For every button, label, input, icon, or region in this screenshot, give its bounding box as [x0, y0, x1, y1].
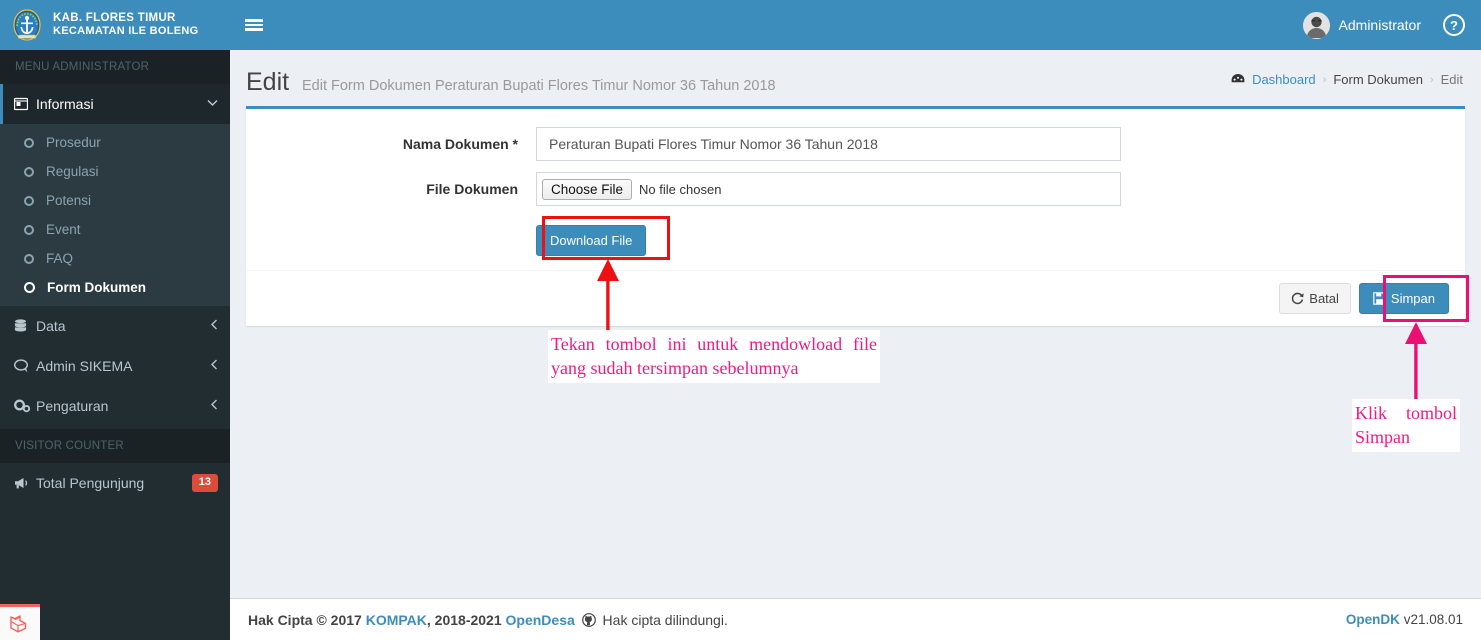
copyright-prefix: Hak Cipta © 2017 — [248, 611, 366, 628]
sidebar-subitem-label: Regulasi — [46, 164, 99, 179]
github-icon — [578, 612, 600, 628]
breadcrumb-separator: › — [1322, 73, 1327, 86]
breadcrumb: Dashboard › Form Dokumen › Edit — [1231, 72, 1463, 87]
save-button[interactable]: Simpan — [1358, 283, 1449, 314]
sidebar-item-label: Data — [36, 318, 66, 334]
circle-o-icon — [24, 253, 34, 264]
field-row-nama-dokumen: Nama Dokumen * — [246, 127, 1465, 161]
navbar-right: Administrator ? — [1289, 0, 1481, 50]
circle-o-icon — [24, 282, 35, 293]
brand-title: KAB. FLORES TIMUR — [53, 11, 176, 24]
form-footer: Batal Simpan — [246, 270, 1465, 326]
opendesa-link[interactable]: OpenDesa — [506, 612, 575, 628]
chevron-left-icon — [210, 319, 218, 333]
save-button-label: Simpan — [1390, 291, 1435, 306]
file-dokumen-label: File Dokumen — [426, 181, 518, 197]
sidebar-subitem-event[interactable]: Event — [0, 215, 230, 244]
sidebar-subitem-potensi[interactable]: Potensi — [0, 186, 230, 215]
chevron-down-icon — [207, 98, 218, 110]
chevron-left-icon — [210, 399, 218, 413]
opendk-link[interactable]: OpenDK — [1346, 612, 1400, 627]
sidebar-subitem-faq[interactable]: FAQ — [0, 244, 230, 273]
circle-o-icon — [24, 224, 34, 235]
copyright-text: Hak Cipta © 2017 KOMPAK, 2018-2021 OpenD… — [248, 612, 728, 628]
database-icon — [14, 319, 36, 333]
breadcrumb-dashboard[interactable]: Dashboard — [1252, 72, 1316, 87]
circle-o-icon — [24, 195, 34, 206]
sidebar-subitem-label: Potensi — [46, 193, 92, 208]
sidebar-section-visitor: VISITOR COUNTER — [0, 429, 230, 463]
kompak-link[interactable]: KOMPAK — [366, 612, 427, 628]
refresh-icon — [1291, 291, 1304, 306]
sidebar-subitem-label: Prosedur — [46, 135, 101, 150]
sidebar-item-label: Admin SIKEMA — [36, 358, 133, 374]
annotation-arrow-simpan — [1405, 322, 1427, 400]
breadcrumb-separator: › — [1429, 73, 1434, 86]
cancel-button-label: Batal — [1309, 291, 1339, 306]
page-header: Edit Edit Form Dokumen Peraturan Bupati … — [230, 50, 1481, 98]
comment-icon — [14, 359, 36, 373]
download-file-button[interactable]: Download File — [536, 225, 647, 256]
visitor-count-badge: 13 — [191, 474, 218, 492]
breadcrumb-form-dokumen[interactable]: Form Dokumen — [1333, 72, 1423, 87]
bullhorn-icon — [14, 476, 36, 490]
user-name-label: Administrator — [1338, 17, 1421, 33]
user-avatar — [1302, 11, 1330, 39]
rights-text: Hak cipta dilindungi. — [602, 611, 728, 628]
sidebar-item-pengaturan[interactable]: Pengaturan — [0, 386, 230, 426]
sidebar-item-informasi[interactable]: Informasi — [0, 84, 230, 124]
top-navbar: Administrator ? — [230, 0, 1481, 50]
page-footer: Hak Cipta © 2017 KOMPAK, 2018-2021 OpenD… — [230, 598, 1481, 640]
brand-header[interactable]: KAB. FLORES TIMUR KECAMATAN ILE BOLENG — [0, 0, 230, 50]
sidebar-subitem-label: Form Dokumen — [47, 280, 147, 295]
edit-form-card: Nama Dokumen * File Dokumen Choose File … — [246, 106, 1465, 326]
regency-emblem-logo — [10, 8, 44, 42]
annotation-text-download: Tekan tombol ini untuk mendowload file y… — [548, 330, 880, 383]
dashboard-icon — [1231, 72, 1245, 87]
sidebar-item-data[interactable]: Data — [0, 306, 230, 346]
sidebar-item-label: Pengaturan — [36, 398, 109, 414]
main-content: Edit Edit Form Dokumen Peraturan Bupati … — [230, 50, 1481, 598]
nama-dokumen-input[interactable] — [536, 127, 1121, 161]
file-dokumen-input[interactable]: Choose File No file chosen — [536, 172, 1121, 206]
choose-file-button[interactable]: Choose File — [542, 178, 633, 200]
copyright-years: , 2018-2021 — [426, 611, 506, 628]
annotation-text-simpan: Klik tombol Simpan — [1352, 399, 1460, 452]
field-row-download: Download File — [246, 217, 1465, 256]
version-info: OpenDK v21.08.01 — [1346, 612, 1463, 627]
brand-subtitle: KECAMATAN ILE BOLENG — [53, 25, 199, 38]
sidebar-subitem-label: FAQ — [46, 251, 74, 266]
annotation-arrow-download — [597, 259, 619, 331]
chevron-left-icon — [210, 359, 218, 373]
version-label: v21.08.01 — [1403, 612, 1463, 627]
question-circle-icon[interactable]: ? — [1443, 14, 1465, 36]
circle-o-icon — [24, 137, 34, 148]
form-body: Nama Dokumen * File Dokumen Choose File … — [246, 109, 1465, 270]
hamburger-menu-icon[interactable] — [230, 0, 278, 50]
sidebar-subitem-label: Event — [46, 222, 81, 237]
sidebar-section-menu: MENU ADMINISTRATOR — [0, 50, 230, 84]
sidebar-item-total-pengunjung[interactable]: Total Pengunjung 13 — [0, 463, 230, 503]
sidebar-subitem-regulasi[interactable]: Regulasi — [0, 157, 230, 186]
sidebar-item-label: Informasi — [36, 96, 94, 112]
sidebar: KAB. FLORES TIMUR KECAMATAN ILE BOLENG M… — [0, 0, 230, 640]
floppy-save-icon — [1373, 291, 1386, 306]
sidebar-item-admin-sikema[interactable]: Admin SIKEMA — [0, 346, 230, 386]
circle-o-icon — [24, 166, 34, 177]
sidebar-subitem-form-dokumen[interactable]: Form Dokumen — [0, 273, 230, 302]
cancel-button[interactable]: Batal — [1279, 283, 1351, 314]
page-title: Edit — [246, 68, 290, 96]
sidebar-subitem-prosedur[interactable]: Prosedur — [0, 128, 230, 157]
sidebar-item-label: Total Pengunjung — [36, 475, 145, 491]
user-menu[interactable]: Administrator — [1289, 0, 1435, 50]
page-subtitle: Edit Form Dokumen Peraturan Bupati Flore… — [301, 78, 776, 94]
window-icon — [14, 97, 36, 111]
breadcrumb-current: Edit — [1440, 72, 1463, 87]
sidebar-submenu-informasi: Prosedur Regulasi Potensi Event FAQ Form… — [0, 124, 230, 306]
nama-dokumen-label: Nama Dokumen * — [402, 136, 518, 152]
file-status-label: No file chosen — [639, 181, 722, 197]
field-row-file-dokumen: File Dokumen Choose File No file chosen — [246, 172, 1465, 206]
laravel-debugbar-icon[interactable] — [0, 604, 40, 640]
gears-icon — [14, 399, 36, 413]
